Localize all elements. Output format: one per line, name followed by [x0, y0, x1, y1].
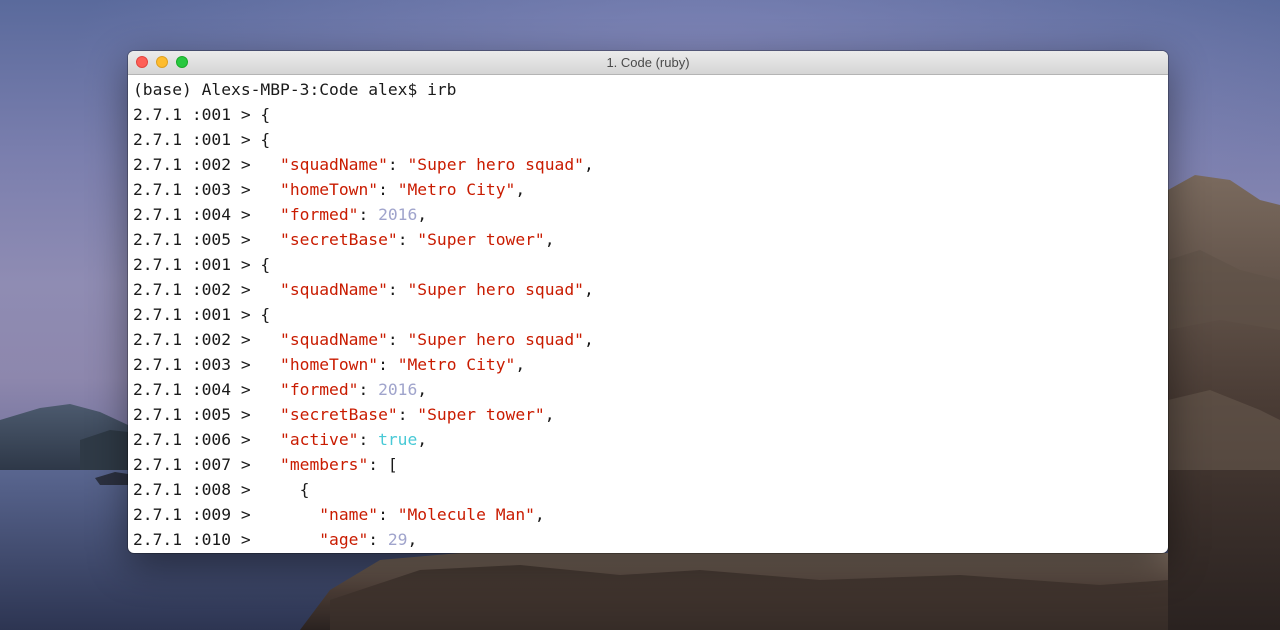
terminal-text: , — [583, 280, 594, 299]
terminal-text: , — [515, 180, 526, 199]
terminal-str-token: "Metro City" — [397, 180, 516, 199]
terminal-text: 2.7.1 :001 > { — [133, 255, 271, 274]
terminal-str-token: "secretBase" — [280, 230, 398, 249]
terminal-text: : — [387, 330, 408, 349]
terminal-text: 2.7.1 :004 > — [133, 205, 281, 224]
terminal-text: : — [378, 355, 398, 374]
terminal-output[interactable]: (base) Alexs-MBP-3:Code alex$ irb 2.7.1 :… — [128, 75, 1168, 552]
terminal-line: 2.7.1 :001 > { — [133, 302, 1168, 327]
terminal-text: 2.7.1 :004 > — [133, 380, 281, 399]
terminal-text: , — [417, 430, 428, 449]
terminal-text: 2.7.1 :008 > { — [133, 480, 310, 499]
terminal-text: 2.7.1 :002 > — [133, 280, 281, 299]
terminal-str-token: "squadName" — [280, 155, 388, 174]
terminal-text: , — [407, 530, 418, 549]
terminal-num-token: 29 — [387, 530, 408, 549]
terminal-line: 2.7.1 :009 > "name": "Molecule Man", — [133, 502, 1168, 527]
terminal-str-token: "Super hero squad" — [407, 280, 584, 299]
terminal-str-token: "squadName" — [280, 280, 388, 299]
terminal-text: 2.7.1 :005 > — [133, 405, 281, 424]
terminal-text: : — [397, 405, 418, 424]
terminal-text: 2.7.1 :006 > — [133, 430, 281, 449]
terminal-text: : — [358, 205, 379, 224]
terminal-text: 2.7.1 :001 > { — [133, 130, 271, 149]
terminal-bool-token: true — [378, 430, 418, 449]
terminal-line: 2.7.1 :003 > "homeTown": "Metro City", — [133, 352, 1168, 377]
terminal-str-token: "Metro City" — [397, 355, 516, 374]
terminal-text: : — [358, 430, 379, 449]
terminal-str-token: "secretBase" — [280, 405, 398, 424]
terminal-str-token: "Super tower" — [417, 230, 545, 249]
terminal-window[interactable]: 1. Code (ruby) (base) Alexs-MBP-3:Code a… — [128, 51, 1168, 553]
terminal-text: 2.7.1 :001 > { — [133, 105, 271, 124]
terminal-str-token: "homeTown" — [280, 180, 379, 199]
terminal-text: , — [583, 330, 594, 349]
terminal-line: 2.7.1 :004 > "formed": 2016, — [133, 202, 1168, 227]
terminal-text: 2.7.1 :001 > { — [133, 305, 271, 324]
terminal-text: 2.7.1 :009 > — [133, 505, 320, 524]
terminal-text: , — [583, 155, 594, 174]
terminal-str-token: "homeTown" — [280, 355, 379, 374]
terminal-line: 2.7.1 :006 > "active": true, — [133, 427, 1168, 452]
terminal-str-token: "Super tower" — [417, 405, 545, 424]
window-title: 1. Code (ruby) — [606, 55, 690, 70]
terminal-text: 2.7.1 :002 > — [133, 330, 281, 349]
terminal-str-token: "age" — [319, 530, 369, 549]
terminal-line: 2.7.1 :002 > "squadName": "Super hero sq… — [133, 277, 1168, 302]
terminal-num-token: 2016 — [378, 205, 418, 224]
terminal-text: : — [378, 505, 398, 524]
terminal-text: , — [544, 405, 555, 424]
terminal-line: 2.7.1 :002 > "squadName": "Super hero sq… — [133, 152, 1168, 177]
terminal-text: : — [358, 380, 379, 399]
terminal-line: 2.7.1 :001 > { — [133, 102, 1168, 127]
terminal-line: 2.7.1 :001 > { — [133, 127, 1168, 152]
terminal-line: (base) Alexs-MBP-3:Code alex$ irb — [133, 77, 1168, 102]
terminal-text: 2.7.1 :002 > — [133, 155, 281, 174]
terminal-str-token: "formed" — [280, 205, 359, 224]
terminal-str-token: "Super hero squad" — [407, 330, 584, 349]
terminal-str-token: "Molecule Man" — [397, 505, 535, 524]
terminal-text: , — [534, 505, 545, 524]
terminal-text: : — [387, 155, 408, 174]
terminal-text: , — [544, 230, 555, 249]
terminal-text: : — [397, 230, 418, 249]
terminal-text: 2.7.1 :007 > — [133, 455, 281, 474]
terminal-str-token: "squadName" — [280, 330, 388, 349]
terminal-num-token: 2016 — [378, 380, 418, 399]
terminal-text: 2.7.1 :010 > — [133, 530, 320, 549]
terminal-text: 2.7.1 :003 > — [133, 180, 281, 199]
terminal-str-token: "active" — [280, 430, 359, 449]
terminal-text: , — [417, 380, 428, 399]
terminal-line: 2.7.1 :010 > "age": 29, — [133, 527, 1168, 552]
terminal-line: 2.7.1 :002 > "squadName": "Super hero sq… — [133, 327, 1168, 352]
terminal-str-token: "formed" — [280, 380, 359, 399]
terminal-text: 2.7.1 :003 > — [133, 355, 281, 374]
terminal-text: , — [515, 355, 526, 374]
terminal-line: 2.7.1 :008 > { — [133, 477, 1168, 502]
terminal-text: : — [387, 280, 408, 299]
terminal-text: : — [378, 180, 398, 199]
terminal-line: 2.7.1 :005 > "secretBase": "Super tower"… — [133, 227, 1168, 252]
terminal-line: 2.7.1 :007 > "members": [ — [133, 452, 1168, 477]
terminal-line: 2.7.1 :005 > "secretBase": "Super tower"… — [133, 402, 1168, 427]
window-titlebar[interactable]: 1. Code (ruby) — [128, 51, 1168, 75]
terminal-line: 2.7.1 :001 > { — [133, 252, 1168, 277]
terminal-text: : — [368, 530, 388, 549]
terminal-text: (base) Alexs-MBP-3:Code alex$ irb — [133, 80, 457, 99]
terminal-line: 2.7.1 :004 > "formed": 2016, — [133, 377, 1168, 402]
terminal-str-token: "name" — [319, 505, 379, 524]
terminal-str-token: "members" — [280, 455, 369, 474]
terminal-text: : [ — [368, 455, 398, 474]
terminal-text: , — [417, 205, 428, 224]
terminal-text: 2.7.1 :005 > — [133, 230, 281, 249]
terminal-str-token: "Super hero squad" — [407, 155, 584, 174]
terminal-line: 2.7.1 :003 > "homeTown": "Metro City", — [133, 177, 1168, 202]
